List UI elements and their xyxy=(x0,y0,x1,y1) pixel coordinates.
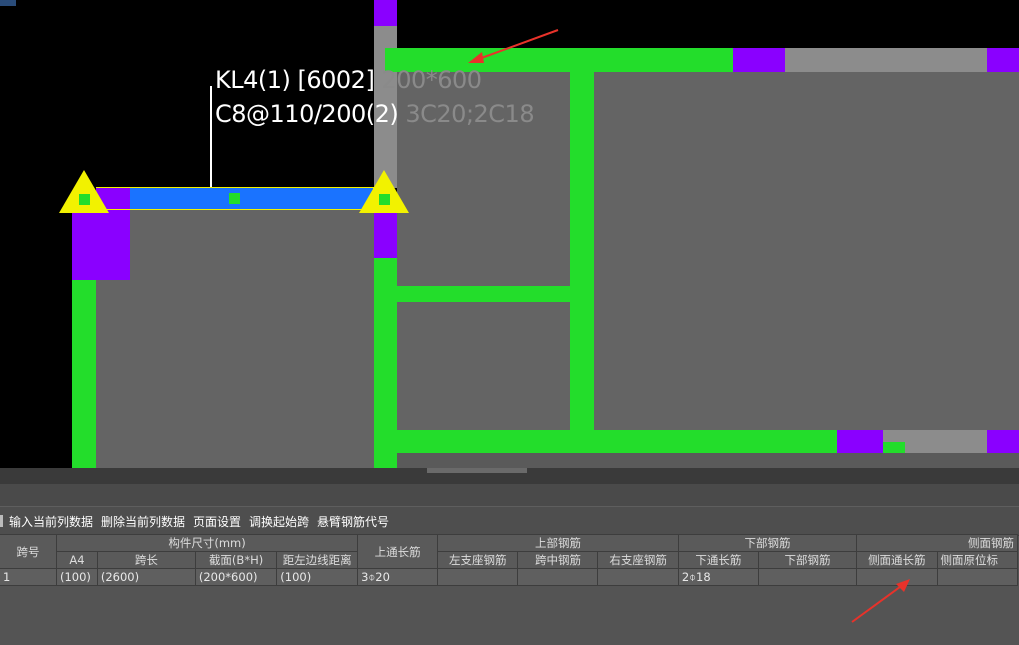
header-bottom-through[interactable]: 下通长筋 xyxy=(677,551,759,569)
cell-bottom-through[interactable]: 2⌽18 xyxy=(677,568,759,586)
cell-span-no[interactable]: 1 xyxy=(0,568,57,586)
cell-mid-span[interactable] xyxy=(517,568,599,586)
header-mid-span[interactable]: 跨中钢筋 xyxy=(517,551,599,569)
header-bottom-part[interactable]: 下部钢筋 xyxy=(757,551,858,569)
cell-right-support[interactable] xyxy=(597,568,679,586)
beam-grips-layer xyxy=(59,29,559,213)
panel-splitter-handle[interactable] xyxy=(427,468,527,473)
drawing-canvas[interactable]: KL4(1) [6002] 200*600 C8@110/200(2) 3C20… xyxy=(0,0,1019,468)
red-arrow-bottom-head-icon xyxy=(896,579,910,592)
grip-right-icon[interactable] xyxy=(379,194,390,205)
header-right-support[interactable]: 右支座钢筋 xyxy=(597,551,679,569)
red-arrow-top-icon xyxy=(475,29,559,61)
grip-left-icon[interactable] xyxy=(79,194,90,205)
cell-left-support[interactable] xyxy=(437,568,519,586)
cell-span-length[interactable]: (2600) xyxy=(96,568,196,586)
header-span-no[interactable]: 跨号 xyxy=(0,534,57,569)
red-arrow-bottom-icon xyxy=(851,583,905,623)
toolbar-input-column[interactable]: 输入当前列数据 xyxy=(9,513,93,530)
header-top-through[interactable]: 上通长筋 xyxy=(357,534,439,569)
toolbar-cantilever-code[interactable]: 悬臂钢筋代号 xyxy=(317,513,389,530)
toolbar-delete-column[interactable]: 删除当前列数据 xyxy=(101,513,185,530)
header-top-rebar[interactable]: 上部钢筋 xyxy=(437,534,679,552)
toolbar-page-setup[interactable]: 页面设置 xyxy=(193,513,241,530)
cell-a4[interactable]: (100) xyxy=(55,568,98,586)
support-triangle-left-icon[interactable] xyxy=(59,170,109,213)
toolbar-swap-start-span[interactable]: 调换起始跨 xyxy=(249,513,309,530)
header-side-rebar[interactable]: 侧面钢筋 xyxy=(856,534,1018,552)
red-arrow-top-head-icon xyxy=(468,52,484,63)
header-side-through[interactable]: 侧面通长筋 xyxy=(856,551,938,569)
beam-params-panel: 输入当前列数据 删除当前列数据 页面设置 调换起始跨 悬臂钢筋代号 跨号 构件尺… xyxy=(0,468,1019,645)
header-component-size[interactable]: 构件尺寸(mm) xyxy=(55,534,359,552)
toolbar-grip xyxy=(0,515,3,527)
panel-toolbar: 输入当前列数据 删除当前列数据 页面设置 调换起始跨 悬臂钢筋代号 xyxy=(0,506,1019,536)
header-section[interactable]: 截面(B*H) xyxy=(194,551,278,569)
header-edge-distance[interactable]: 距左边线距离 xyxy=(276,551,359,569)
header-left-support[interactable]: 左支座钢筋 xyxy=(437,551,519,569)
support-triangle-right-icon[interactable] xyxy=(359,170,409,213)
cell-edge-distance[interactable]: (100) xyxy=(276,568,359,586)
cell-side-origin[interactable] xyxy=(936,568,1019,586)
red-arrow-bottom-layer xyxy=(851,579,910,623)
header-side-origin[interactable]: 侧面原位标 xyxy=(936,551,1019,569)
header-span-length[interactable]: 跨长 xyxy=(96,551,196,569)
header-a4[interactable]: A4 xyxy=(55,551,98,569)
cell-top-through[interactable]: 3⌽20 xyxy=(357,568,439,586)
panel-title-bar xyxy=(0,484,1019,506)
grip-mid-icon[interactable] xyxy=(229,193,240,204)
header-bottom-rebar[interactable]: 下部钢筋 xyxy=(677,534,858,552)
cell-section[interactable]: (200*600) xyxy=(194,568,278,586)
